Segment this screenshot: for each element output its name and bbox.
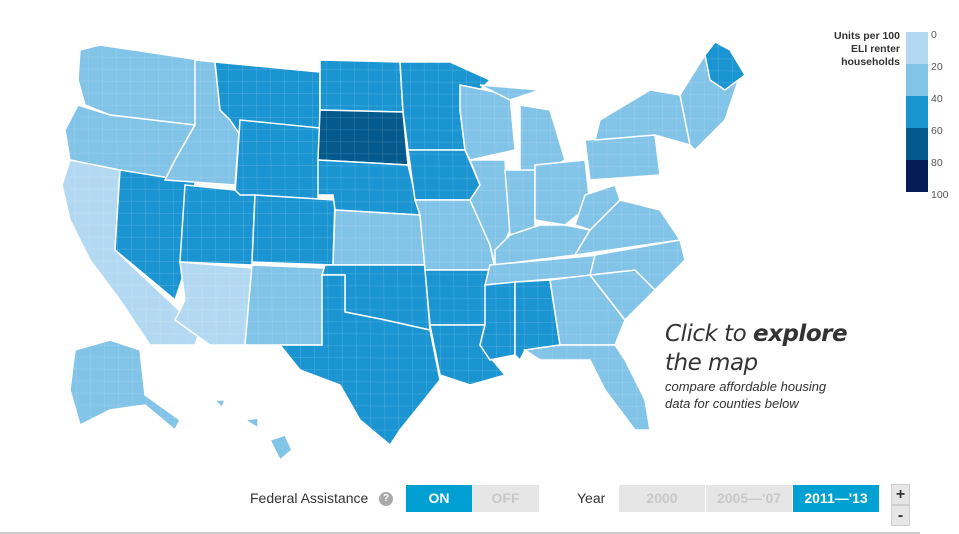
year-2000-button[interactable]: 2000 xyxy=(619,485,705,512)
federal-assistance-label: Federal Assistance xyxy=(250,490,369,506)
federal-assistance-off-button[interactable]: OFF xyxy=(472,485,539,512)
state-colorado[interactable] xyxy=(251,194,336,266)
explore-callout: Click to explore the map compare afforda… xyxy=(665,320,848,412)
legend-tick: 60 xyxy=(931,125,943,137)
legend-swatch-20-40 xyxy=(906,64,928,96)
state-alaska[interactable] xyxy=(69,339,181,432)
legend-tick: 100 xyxy=(931,189,949,201)
legend-title: Units per 100 ELI renter households xyxy=(800,30,900,69)
legend-swatch-0-20 xyxy=(906,32,928,64)
legend-swatch-40-60 xyxy=(906,96,928,128)
callout-headline: Click to explore xyxy=(665,320,848,349)
year-2011-13-button[interactable]: 2011—'13 xyxy=(793,485,879,512)
legend-tick: 20 xyxy=(931,61,943,73)
legend-title-line: Units per 100 xyxy=(834,30,900,42)
map-states-layer xyxy=(61,41,746,462)
state-north-dakota[interactable] xyxy=(319,59,404,113)
federal-assistance-on-button[interactable]: ON xyxy=(406,485,472,512)
us-county-map[interactable] xyxy=(0,0,959,534)
zoom-out-button[interactable]: - xyxy=(891,505,910,526)
callout-bold: explore xyxy=(753,321,848,347)
state-hawaii[interactable] xyxy=(213,399,293,462)
state-florida[interactable] xyxy=(522,344,651,431)
year-2005-07-button[interactable]: 2005—'07 xyxy=(706,485,792,512)
state-arkansas[interactable] xyxy=(424,269,491,326)
state-wyoming[interactable] xyxy=(234,119,321,201)
map-controls: Federal Assistance ? ON OFF Year 2000 20… xyxy=(0,484,959,526)
legend-swatch-60-80 xyxy=(906,128,928,160)
legend-tick: 0 xyxy=(931,29,937,41)
legend-tick: 80 xyxy=(931,157,943,169)
callout-prefix: Click to xyxy=(665,321,754,347)
year-label: Year xyxy=(577,490,606,506)
county-boundary xyxy=(59,39,64,441)
callout-subtext-2: data for counties below xyxy=(665,396,799,411)
legend-title-line: households xyxy=(841,56,900,68)
legend-swatch-80-100 xyxy=(906,160,928,192)
callout-subtext: compare affordable housing xyxy=(665,379,827,394)
legend-title-line: ELI renter xyxy=(850,43,900,55)
state-new-york[interactable] xyxy=(594,89,691,147)
callout-headline-2: the map xyxy=(665,350,758,376)
county-boundary xyxy=(59,428,761,432)
legend-color-scale xyxy=(906,32,928,192)
zoom-in-button[interactable]: + xyxy=(891,484,910,505)
help-icon[interactable]: ? xyxy=(379,492,393,506)
state-new-mexico[interactable] xyxy=(244,264,326,346)
legend-tick: 40 xyxy=(931,93,943,105)
